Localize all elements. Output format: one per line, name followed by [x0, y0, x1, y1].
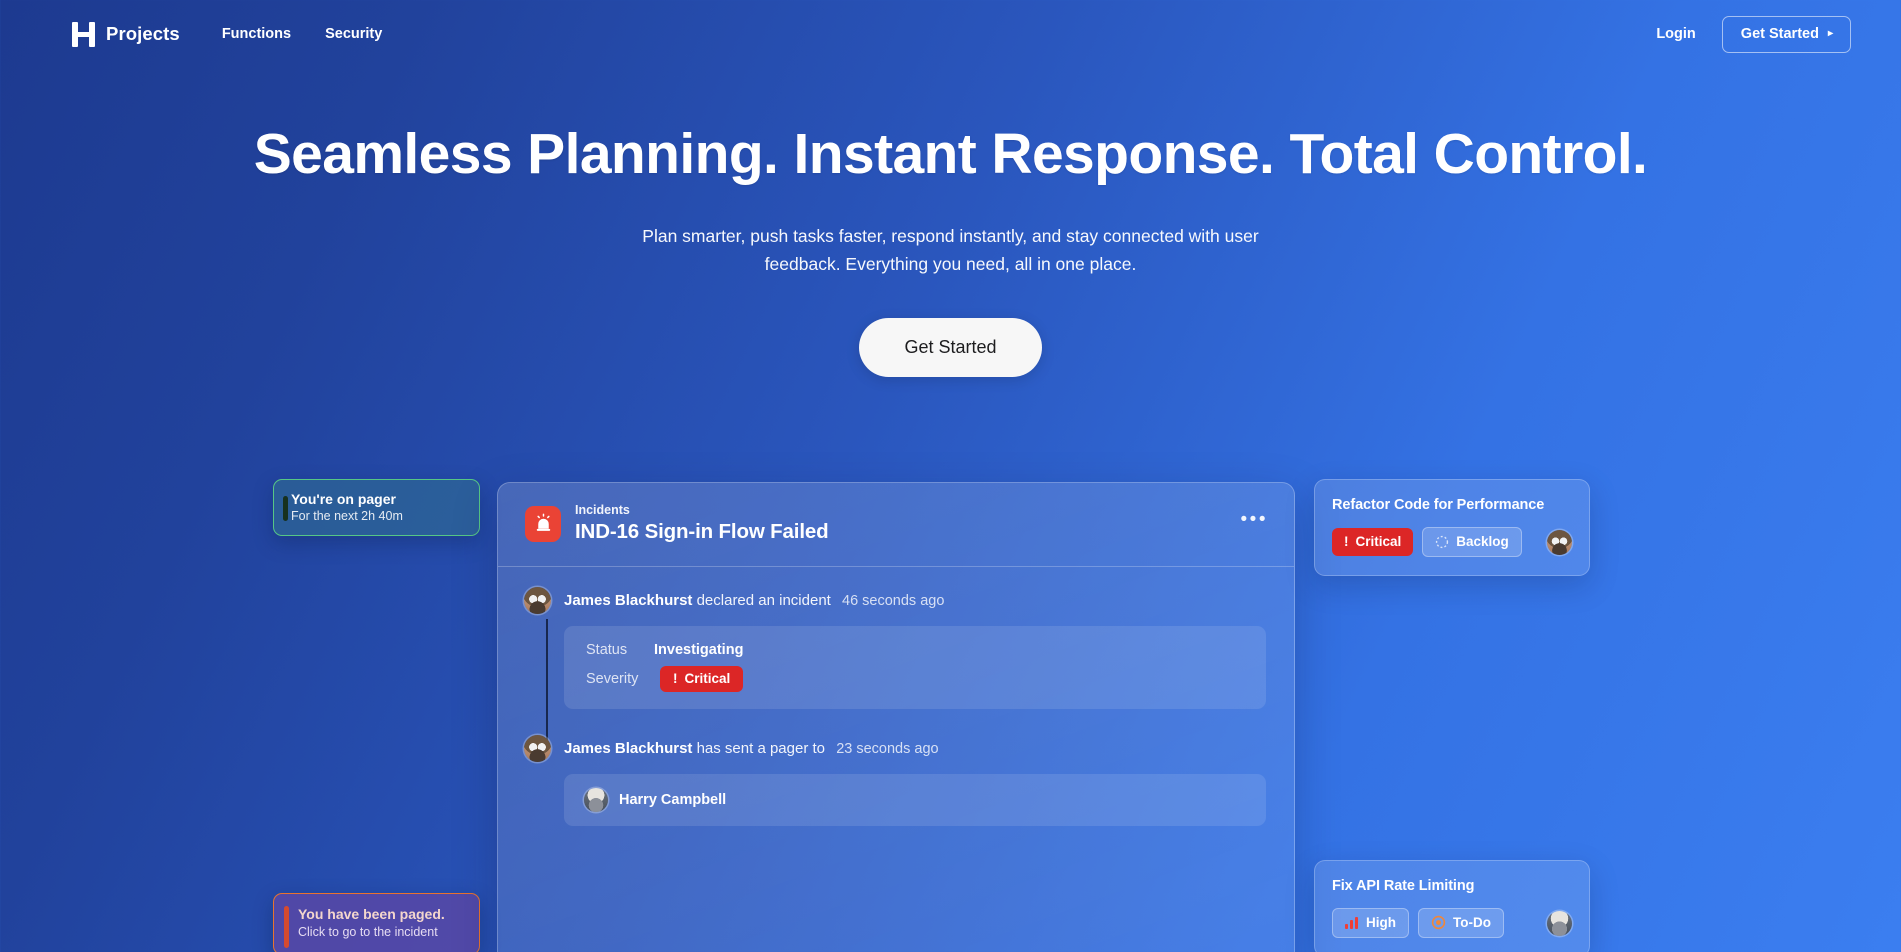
header-get-started-button[interactable]: Get Started ▸	[1721, 15, 1851, 53]
task-title: Fix API Rate Limiting	[1332, 878, 1475, 894]
nav-link-security[interactable]: Security	[325, 26, 382, 42]
avatar	[584, 787, 608, 812]
login-link[interactable]: Login	[1656, 26, 1695, 42]
detail-row-severity: Severity ! Critical	[586, 665, 1244, 692]
on-pager-card[interactable]: You're on pager For the next 2h 40m	[273, 479, 480, 536]
hero-get-started-button[interactable]: Get Started	[859, 318, 1042, 378]
timeline-entry: James Blackhurst declared an incident 46…	[524, 586, 1266, 615]
status-label: Backlog	[1456, 534, 1509, 549]
timeline-entry: James Blackhurst has sent a pager to 23 …	[524, 734, 1266, 763]
incident-kicker: Incidents	[575, 503, 630, 517]
paged-notification-toast[interactable]: You have been paged. Click to go to the …	[273, 893, 480, 952]
task-meta-row: High To-Do	[1332, 908, 1572, 938]
timeline-connector	[546, 618, 548, 751]
incident-detail-panel: Status Investigating Severity ! Critical	[564, 625, 1266, 709]
avatar	[1547, 910, 1572, 936]
timeline-timestamp: 46 seconds ago	[842, 592, 945, 609]
severity-value: Critical	[684, 670, 731, 686]
timeline-timestamp: 23 seconds ago	[836, 740, 939, 757]
paged-toast-subtitle: Click to go to the incident	[298, 924, 438, 939]
task-card[interactable]: Refactor Code for Performance ! Critical…	[1314, 479, 1590, 576]
task-title: Refactor Code for Performance	[1332, 497, 1545, 513]
task-meta-row: ! Critical Backlog	[1332, 527, 1572, 557]
priority-label: High	[1366, 915, 1396, 930]
status-label: Status	[586, 641, 628, 658]
priority-badge[interactable]: ! Critical	[1332, 528, 1414, 556]
avatar	[1547, 529, 1572, 555]
incident-card: Incidents IND-16 Sign-in Flow Failed •••…	[497, 482, 1295, 952]
brand-name: Projects	[106, 23, 180, 44]
chevron-right-icon: ▸	[1827, 27, 1833, 39]
product-preview-stage: You're on pager For the next 2h 40m You …	[0, 478, 1901, 952]
h-logo-icon	[72, 21, 95, 47]
alarm-siren-icon	[525, 505, 561, 542]
dotted-circle-icon	[1435, 535, 1449, 549]
exclamation-icon: !	[1344, 534, 1349, 549]
on-pager-subtitle: For the next 2h 40m	[291, 509, 403, 524]
priority-label: Critical	[1355, 534, 1402, 549]
signal-bars-icon	[1345, 916, 1359, 929]
status-badge: ! Critical	[660, 665, 744, 692]
timeline-entry-text: James Blackhurst declared an incident 46…	[564, 587, 1266, 615]
timeline-action: has sent a pager to	[696, 739, 826, 757]
exclamation-icon: !	[673, 670, 678, 686]
severity-label: Severity	[586, 670, 639, 687]
pager-accent-bar	[283, 496, 288, 521]
page-title: Seamless Planning. Instant Response. Tot…	[253, 122, 1648, 186]
status-label: To-Do	[1453, 915, 1491, 930]
priority-badge[interactable]: High	[1332, 908, 1409, 938]
more-options-icon[interactable]: •••	[1241, 510, 1268, 537]
detail-row-status: Status Investigating	[586, 642, 1244, 658]
incident-card-header: Incidents IND-16 Sign-in Flow Failed •••	[498, 483, 1294, 567]
status-value: Investigating	[654, 641, 744, 658]
todo-circle-icon	[1431, 915, 1446, 930]
status-badge[interactable]: To-Do	[1418, 908, 1504, 938]
top-navigation-bar: Projects Functions Security Login Get St…	[0, 0, 1901, 68]
timeline-entry-text: James Blackhurst has sent a pager to 23 …	[564, 735, 1266, 763]
nav-actions: Login Get Started ▸	[1656, 15, 1851, 53]
task-card[interactable]: Fix API Rate Limiting High To-Do	[1314, 860, 1590, 952]
timeline-actor: James Blackhurst	[564, 591, 693, 609]
brand-logo[interactable]: Projects	[72, 21, 180, 47]
list-item: Harry Campbell	[584, 787, 1246, 812]
paged-toast-title: You have been paged.	[298, 906, 445, 922]
nav-link-functions[interactable]: Functions	[222, 26, 291, 42]
hero-subtitle: Plan smarter, push tasks faster, respond…	[642, 225, 1259, 274]
header-get-started-label: Get Started	[1740, 25, 1819, 42]
incident-title: IND-16 Sign-in Flow Failed	[575, 519, 829, 543]
toast-accent-bar	[284, 906, 289, 948]
avatar	[524, 734, 551, 762]
timeline-action: declared an incident	[696, 591, 831, 609]
paged-person-name: Harry Campbell	[619, 791, 727, 808]
paged-person-panel: Harry Campbell	[564, 773, 1266, 826]
timeline-actor: James Blackhurst	[564, 739, 693, 757]
avatar	[524, 586, 551, 614]
status-badge[interactable]: Backlog	[1422, 527, 1522, 557]
incident-timeline: James Blackhurst declared an incident 46…	[498, 567, 1294, 826]
hero-section: Seamless Planning. Instant Response. Tot…	[0, 68, 1901, 378]
on-pager-title: You're on pager	[291, 490, 396, 507]
